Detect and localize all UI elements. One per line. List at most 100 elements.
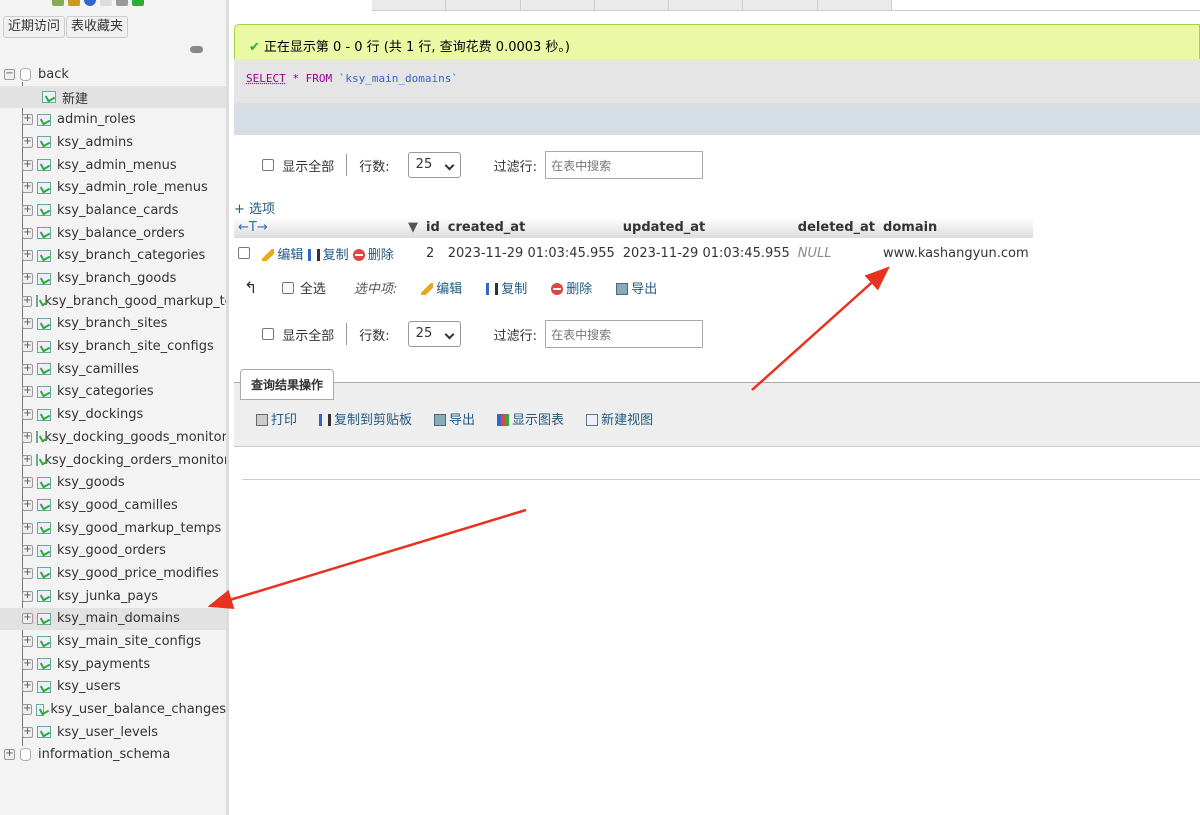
- sidebar-table-item[interactable]: + ksy_good_price_modifies: [0, 562, 226, 585]
- sidebar-table-item[interactable]: + ksy_admins: [0, 131, 226, 154]
- expand-icon[interactable]: +: [22, 182, 33, 194]
- table-label[interactable]: ksy_main_domains: [57, 611, 180, 626]
- expand-icon[interactable]: +: [22, 386, 33, 398]
- show-all-label[interactable]: 显示全部: [282, 325, 334, 344]
- new-label[interactable]: 新建: [62, 88, 88, 107]
- table-label[interactable]: ksy_payments: [57, 657, 150, 672]
- expand-icon[interactable]: +: [22, 567, 33, 579]
- expand-icon[interactable]: +: [22, 114, 33, 126]
- table-label[interactable]: ksy_categories: [57, 384, 154, 399]
- table-label[interactable]: ksy_good_price_modifies: [57, 566, 219, 581]
- show-all-label[interactable]: 显示全部: [282, 156, 334, 175]
- sidebar-table-item[interactable]: + ksy_good_markup_temps: [0, 517, 226, 540]
- cell-updated-at[interactable]: 2023-11-29 01:03:45.955: [619, 238, 794, 268]
- table-label[interactable]: ksy_user_balance_changes: [50, 702, 226, 717]
- sidebar-table-item[interactable]: + ksy_good_camilles: [0, 494, 226, 517]
- sidebar-table-item[interactable]: + ksy_docking_goods_monitors: [0, 426, 226, 449]
- sidebar-table-item[interactable]: + ksy_camilles: [0, 358, 226, 381]
- copy-clipboard-button[interactable]: 复制到剪贴板: [319, 409, 412, 428]
- table-label[interactable]: ksy_admin_role_menus: [57, 180, 208, 195]
- expand-icon[interactable]: +: [22, 204, 33, 216]
- expand-icon[interactable]: +: [22, 522, 33, 534]
- sidebar-table-item[interactable]: + ksy_main_domains: [0, 607, 226, 631]
- db-information-schema[interactable]: + information_schema: [0, 744, 226, 767]
- expand-icon[interactable]: +: [22, 318, 33, 330]
- sidebar-table-item[interactable]: + ksy_dockings: [0, 403, 226, 426]
- delete-button[interactable]: 删除: [352, 248, 394, 263]
- table-label[interactable]: ksy_branch_site_configs: [57, 339, 214, 354]
- recent-button[interactable]: 近期访问: [3, 16, 66, 38]
- cell-created-at[interactable]: 2023-11-29 01:03:45.955: [444, 238, 619, 268]
- expand-icon[interactable]: +: [22, 477, 33, 489]
- sidebar-table-item[interactable]: + ksy_admin_menus: [0, 154, 226, 177]
- table-label[interactable]: ksy_good_orders: [57, 543, 166, 558]
- table-label[interactable]: ksy_branch_sites: [57, 316, 167, 331]
- select-all-checkbox[interactable]: [281, 281, 294, 294]
- bulk-edit-button[interactable]: 编辑: [421, 278, 462, 297]
- sidebar-table-item[interactable]: + ksy_docking_orders_monitors: [0, 449, 226, 472]
- bulk-delete-button[interactable]: 删除: [551, 278, 592, 297]
- expand-icon[interactable]: +: [22, 590, 33, 602]
- print-button[interactable]: 打印: [256, 409, 297, 428]
- expand-icon[interactable]: +: [22, 726, 33, 738]
- cell-domain[interactable]: www.kashangyun.com: [879, 238, 1033, 268]
- filter-input[interactable]: 在表中搜索: [545, 320, 704, 348]
- col-id[interactable]: id: [422, 217, 444, 238]
- expand-icon[interactable]: +: [22, 499, 33, 511]
- table-label[interactable]: ksy_camilles: [57, 362, 139, 377]
- tab[interactable]: [743, 0, 818, 10]
- sidebar-table-item[interactable]: + ksy_user_levels: [0, 721, 226, 744]
- export-button[interactable]: 导出: [434, 409, 475, 428]
- create-view-button[interactable]: 新建视图: [586, 409, 653, 428]
- expand-icon[interactable]: +: [22, 681, 33, 693]
- tab[interactable]: [372, 0, 447, 10]
- rows-select[interactable]: 25: [407, 321, 461, 347]
- filter-input[interactable]: 在表中搜索: [545, 151, 704, 179]
- db-label[interactable]: information_schema: [38, 747, 170, 762]
- sidebar-table-item[interactable]: + ksy_good_orders: [0, 539, 226, 562]
- table-label[interactable]: ksy_docking_orders_monitors: [44, 453, 226, 468]
- table-label[interactable]: ksy_branch_goods: [57, 271, 176, 286]
- expand-icon[interactable]: +: [22, 613, 33, 625]
- sidebar-table-item[interactable]: + ksy_branch_sites: [0, 313, 226, 336]
- sidebar-table-item[interactable]: + ksy_goods: [0, 471, 226, 494]
- rows-select[interactable]: 25: [407, 152, 461, 178]
- expand-icon[interactable]: +: [22, 295, 33, 307]
- sidebar-table-item[interactable]: + ksy_users: [0, 676, 226, 699]
- home-icon[interactable]: [52, 0, 64, 6]
- table-label[interactable]: ksy_goods: [57, 475, 125, 490]
- copy-button[interactable]: 复制: [307, 248, 349, 263]
- expand-icon[interactable]: +: [22, 545, 33, 557]
- expand-icon[interactable]: +: [22, 250, 33, 262]
- column-resize-header[interactable]: ←T→ ▼: [234, 217, 422, 238]
- sidebar-table-item[interactable]: + admin_roles: [0, 108, 226, 131]
- sidebar-table-item[interactable]: + ksy_payments: [0, 653, 226, 676]
- sidebar-table-item[interactable]: + ksy_categories: [0, 381, 226, 404]
- table-label[interactable]: ksy_good_markup_temps: [57, 521, 221, 536]
- sidebar-table-item[interactable]: + ksy_main_site_configs: [0, 630, 226, 653]
- expand-icon[interactable]: +: [22, 159, 33, 171]
- col-updated-at[interactable]: updated_at: [618, 217, 794, 238]
- show-all-checkbox[interactable]: [262, 328, 274, 340]
- cell-id[interactable]: 2: [422, 238, 444, 268]
- bulk-export-button[interactable]: 导出: [616, 278, 657, 297]
- sidebar-table-item[interactable]: + ksy_user_balance_changes: [0, 698, 226, 721]
- col-deleted-at[interactable]: deleted_at: [793, 217, 880, 238]
- options-link[interactable]: + 选项: [234, 198, 275, 217]
- expand-icon[interactable]: +: [22, 363, 33, 375]
- expand-icon[interactable]: +: [22, 273, 33, 285]
- db-label[interactable]: back: [38, 67, 69, 82]
- expand-icon[interactable]: +: [22, 136, 33, 148]
- expand-icon[interactable]: +: [22, 636, 33, 648]
- tab[interactable]: [594, 0, 670, 10]
- db-back[interactable]: − back: [0, 63, 226, 86]
- col-domain[interactable]: domain: [879, 217, 1033, 238]
- tab[interactable]: [817, 0, 892, 10]
- expand-icon[interactable]: +: [22, 454, 33, 466]
- table-label[interactable]: ksy_balance_orders: [57, 226, 185, 241]
- table-label[interactable]: ksy_user_levels: [57, 725, 158, 740]
- bulk-copy-button[interactable]: 复制: [486, 278, 527, 297]
- select-all-label[interactable]: 全选: [300, 278, 326, 297]
- table-label[interactable]: ksy_balance_cards: [57, 203, 178, 218]
- table-label[interactable]: ksy_admins: [57, 135, 133, 150]
